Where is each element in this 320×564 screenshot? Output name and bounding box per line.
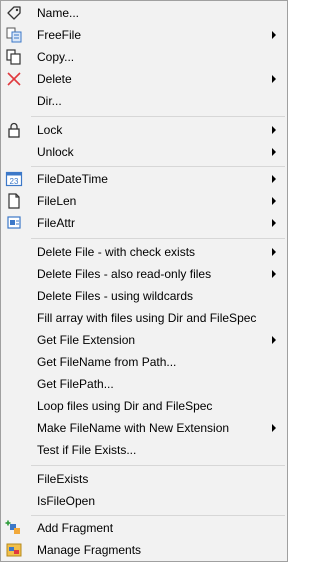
menu-item-label: Get FilePath... (37, 377, 114, 391)
menu-item-label: FileExists (37, 472, 89, 486)
menu-item-get-filepath[interactable]: Get FilePath... (1, 373, 287, 395)
menu-item-label: Get FileName from Path... (37, 355, 177, 369)
copy-file-icon (5, 26, 23, 44)
menu-item-label: FileDateTime (37, 172, 108, 186)
submenu-arrow-icon (272, 175, 276, 183)
submenu-arrow-icon (272, 197, 276, 205)
copy-icon (5, 48, 23, 66)
menu-item-label: Lock (37, 123, 63, 137)
submenu-arrow-icon (272, 75, 276, 83)
menu-item-fill-array[interactable]: Fill array with files using Dir and File… (1, 307, 287, 329)
menu-item-copy[interactable]: Copy... (1, 46, 287, 68)
menu-item-label: Test if File Exists... (37, 443, 137, 457)
submenu-arrow-icon (272, 219, 276, 227)
lock-icon (5, 121, 23, 139)
menu-item-delete[interactable]: Delete (1, 68, 287, 90)
svg-text:23: 23 (10, 177, 19, 186)
menu-item-label: Loop files using Dir and FileSpec (37, 399, 213, 413)
submenu-arrow-icon (272, 148, 276, 156)
menu-item-delete-readonly[interactable]: Delete Files - also read-only files (1, 263, 287, 285)
menu-item-label: Manage Fragments (37, 543, 142, 557)
document-icon (5, 192, 23, 210)
menu-item-filedatetime[interactable]: 23 FileDateTime (1, 168, 287, 190)
submenu-arrow-icon (272, 424, 276, 432)
menu-item-delete-wildcards[interactable]: Delete Files - using wildcards (1, 285, 287, 307)
menu-item-label: Get File Extension (37, 333, 136, 347)
submenu-arrow-icon (272, 126, 276, 134)
menu-item-label: Fill array with files using Dir and File… (37, 311, 257, 325)
menu-item-get-extension[interactable]: Get File Extension (1, 329, 287, 351)
menu-item-get-filename[interactable]: Get FileName from Path... (1, 351, 287, 373)
menu-item-label: FileAttr (37, 216, 76, 230)
menu-separator (31, 515, 285, 516)
menu-item-fileexists[interactable]: FileExists (1, 468, 287, 490)
menu-item-label: Delete Files - using wildcards (37, 289, 194, 303)
menu-item-label: Delete (37, 72, 72, 86)
menu-item-label: Dir... (37, 94, 62, 108)
menu-item-label: FreeFile (37, 28, 82, 42)
submenu-arrow-icon (272, 336, 276, 344)
menu-item-loop-files[interactable]: Loop files using Dir and FileSpec (1, 395, 287, 417)
menu-separator (31, 116, 285, 117)
menu-item-fileattr[interactable]: FileAttr (1, 212, 287, 234)
menu-item-label: FileLen (37, 194, 77, 208)
menu-item-delete-check[interactable]: Delete File - with check exists (1, 241, 287, 263)
menu-item-unlock[interactable]: Unlock (1, 141, 287, 163)
manage-fragments-icon (5, 541, 23, 559)
menu-item-label: Unlock (37, 145, 74, 159)
menu-separator (31, 166, 285, 167)
add-fragment-icon (5, 519, 23, 537)
submenu-arrow-icon (272, 248, 276, 256)
menu-item-label: Name... (37, 6, 80, 20)
menu-item-label: Make FileName with New Extension (37, 421, 230, 435)
menu-item-label: Add Fragment (37, 521, 114, 535)
menu-item-label: Copy... (37, 50, 75, 64)
menu-item-label: Delete Files - also read-only files (37, 267, 212, 281)
submenu-arrow-icon (272, 270, 276, 278)
menu-item-test-exists[interactable]: Test if File Exists... (1, 439, 287, 461)
menu-item-label: IsFileOpen (37, 494, 96, 508)
menu-item-name[interactable]: Name... (1, 2, 287, 24)
menu-item-filelen[interactable]: FileLen (1, 190, 287, 212)
context-menu: Name... FreeFile Copy... Delete Dir... L… (0, 0, 288, 562)
menu-item-freefile[interactable]: FreeFile (1, 24, 287, 46)
menu-item-label: Delete File - with check exists (37, 245, 196, 259)
menu-item-lock[interactable]: Lock (1, 119, 287, 141)
menu-item-add-fragment[interactable]: Add Fragment (1, 517, 287, 539)
tag-icon (5, 4, 23, 22)
menu-item-manage-fragments[interactable]: Manage Fragments (1, 539, 287, 561)
submenu-arrow-icon (272, 31, 276, 39)
menu-separator (31, 238, 285, 239)
calendar-icon: 23 (5, 170, 23, 188)
menu-item-isfileopen[interactable]: IsFileOpen (1, 490, 287, 512)
file-attributes-icon (5, 214, 23, 232)
menu-item-make-filename[interactable]: Make FileName with New Extension (1, 417, 287, 439)
menu-item-dir[interactable]: Dir... (1, 90, 287, 112)
menu-separator (31, 465, 285, 466)
delete-x-icon (5, 70, 23, 88)
